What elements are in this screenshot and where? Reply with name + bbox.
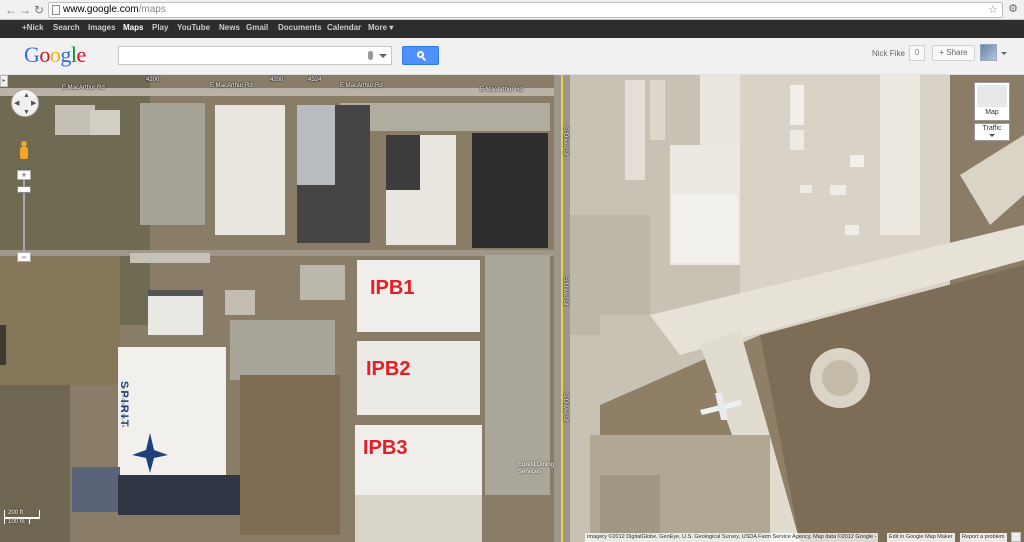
road-label-macarthur-1: E MacArthur Rd [62, 85, 105, 91]
gbar-item-images[interactable]: Images [88, 23, 116, 32]
zoom-in-button[interactable]: + [17, 170, 31, 180]
search-input[interactable] [118, 46, 392, 65]
satellite-imagery [0, 75, 1024, 542]
map-type-button[interactable]: Map [974, 82, 1010, 121]
traffic-button[interactable]: Traffic [974, 123, 1010, 141]
gbar-item-calendar[interactable]: Calendar [327, 23, 361, 32]
address-bar[interactable]: www.google.com/maps ☆ [48, 2, 1003, 18]
google-logo[interactable]: Google [24, 42, 86, 68]
company-logo-subtext: AEROSYSTEMS [121, 387, 126, 429]
url-host: www.google.com [63, 4, 139, 15]
chevron-down-icon [989, 134, 995, 137]
bookmark-star-icon[interactable]: ☆ [988, 3, 998, 17]
map-canvas[interactable]: E MacArthur Rd E MacArthur Rd E MacArthu… [0, 75, 1024, 542]
road-label-oliver-1: S Oliver St [562, 127, 568, 156]
ipb2-label: IPB2 [366, 358, 411, 380]
logo-letter: o [39, 42, 50, 67]
ipb1-label: IPB1 [370, 277, 415, 299]
gbar-item-documents[interactable]: Documents [278, 23, 322, 32]
scale-meters: 100 m [8, 519, 25, 525]
logo-letter: g [60, 42, 71, 67]
road-label-macarthur-3: E MacArthur Rd [340, 83, 383, 89]
gbar-item-nick[interactable]: +Nick [22, 23, 44, 32]
road-label-oliver-2: S Oliver St [562, 277, 568, 306]
zoom-slider-thumb[interactable] [17, 186, 31, 193]
gbar-item-news[interactable]: News [219, 23, 240, 32]
gbar-item-search[interactable]: Search [53, 23, 80, 32]
map-thumbnail [977, 85, 1007, 107]
map-corner-icon[interactable] [1011, 532, 1021, 542]
map-attribution: Imagery ©2012 DigitalGlobe, GeoEye, U.S.… [585, 533, 879, 542]
report-problem-link[interactable]: Report a problem [960, 533, 1007, 542]
pan-control[interactable]: ▲ ▼ ◀ ▶ [11, 89, 39, 117]
edit-in-map-maker-link[interactable]: Edit in Google Map Maker [887, 533, 955, 542]
traffic-label: Traffic [982, 125, 1002, 132]
microphone-icon[interactable] [368, 51, 373, 60]
road-label-macarthur-2: E MacArthur Rd [210, 83, 253, 89]
scale-bar: 200 ft 100 m [4, 510, 44, 526]
search-button[interactable] [402, 46, 439, 65]
collapse-panel-arrow-icon[interactable]: ▸ [0, 75, 8, 87]
maps-header: Google Nick Fike 0 + Share [0, 38, 1024, 75]
avatar[interactable] [980, 44, 997, 61]
browser-toolbar: ← → ↻ www.google.com/maps ☆ ⚙ [0, 0, 1024, 20]
wrench-icon[interactable]: ⚙ [1006, 2, 1020, 16]
back-arrow-icon[interactable]: ← [4, 3, 18, 17]
road-label-macarthur-4: E MacArthur Rd [480, 87, 523, 93]
forward-arrow-icon[interactable]: → [18, 3, 32, 17]
ipb3-label: IPB3 [363, 437, 408, 459]
chevron-down-icon[interactable] [379, 54, 387, 58]
gbar-item-play[interactable]: Play [152, 23, 168, 32]
pan-right-icon[interactable]: ▶ [31, 100, 36, 107]
road-label-oliver-3: S Oliver St [562, 393, 568, 422]
logo-letter: G [24, 42, 40, 67]
scale-feet: 200 ft [8, 510, 24, 516]
pan-down-icon[interactable]: ▼ [23, 109, 30, 116]
street-view-pegman-icon[interactable] [18, 141, 30, 163]
pan-left-icon[interactable]: ◀ [14, 100, 19, 107]
gbar-item-maps[interactable]: Maps [123, 23, 143, 32]
page-icon [52, 5, 60, 15]
map-type-label: Map [985, 109, 999, 116]
user-name[interactable]: Nick Fike [872, 49, 905, 58]
google-bar: +Nick Search Images Maps Play YouTube Ne… [0, 20, 1024, 38]
zoom-out-button[interactable]: − [17, 252, 31, 262]
share-button[interactable]: + Share [932, 45, 975, 61]
poi-label-eurest[interactable]: Eurest Dining Services [518, 462, 558, 476]
gbar-item-youtube[interactable]: YouTube [177, 23, 210, 32]
notification-count[interactable]: 0 [909, 45, 925, 61]
road-shield-1: 4200 [146, 77, 160, 83]
chevron-down-icon[interactable] [1001, 52, 1007, 55]
pan-up-icon[interactable]: ▲ [23, 92, 30, 99]
reload-icon[interactable]: ↻ [32, 3, 46, 17]
logo-letter: e [76, 42, 87, 67]
logo-letter: o [49, 42, 61, 67]
road-shield-2: 4200 [270, 77, 284, 83]
road-shield-3: 4324 [308, 77, 322, 83]
url-path: /maps [138, 4, 166, 15]
gbar-item-gmail[interactable]: Gmail [246, 23, 268, 32]
gbar-item-more[interactable]: More ▾ [368, 23, 393, 32]
